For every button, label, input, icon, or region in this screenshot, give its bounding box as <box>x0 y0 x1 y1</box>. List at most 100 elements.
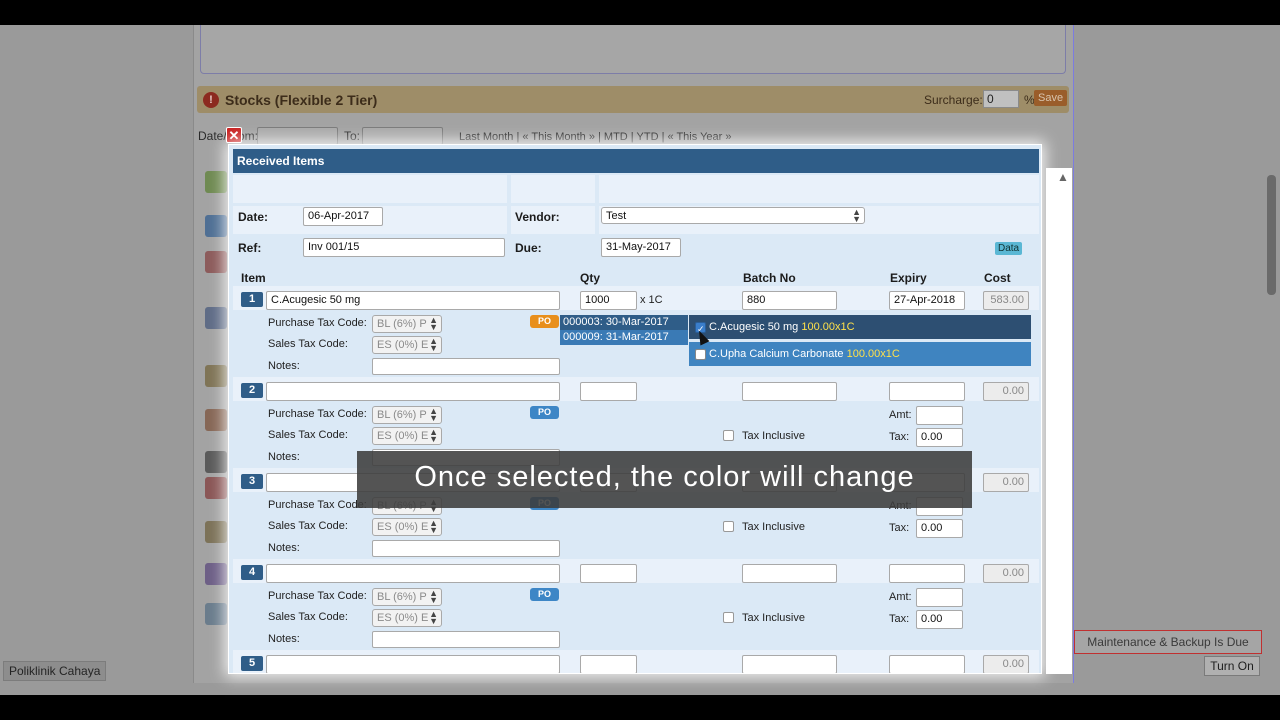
sales-tax-select[interactable]: ES (0%) E ▲ ▼ <box>372 518 442 536</box>
row-number: 2 <box>241 383 263 398</box>
tools-icon[interactable] <box>205 477 227 499</box>
batch-input[interactable] <box>742 382 837 401</box>
purchase-tax-label: Purchase Tax Code: <box>268 499 367 511</box>
select-arrows-icon: ▲▼ <box>429 406 438 423</box>
item-input[interactable] <box>266 655 560 673</box>
purchase-tax-value: BL (6%) P <box>377 591 427 603</box>
tax-input[interactable]: 0.00 <box>916 610 963 629</box>
item-input[interactable] <box>266 382 560 401</box>
modal-scrollbar[interactable] <box>1046 168 1072 674</box>
magnifier-icon[interactable] <box>205 451 227 473</box>
ref-input[interactable]: Inv 001/15 <box>303 238 505 257</box>
turn-on-button[interactable]: Turn On <box>1204 656 1260 676</box>
arrow-icon[interactable] <box>205 215 227 237</box>
sales-tax-label: Sales Tax Code: <box>268 338 348 350</box>
purchase-tax-label: Purchase Tax Code: <box>268 590 367 602</box>
surcharge-input[interactable]: 0 <box>983 90 1019 108</box>
sales-tax-value: ES (0%) E <box>377 521 429 533</box>
amt-input[interactable] <box>916 588 963 607</box>
tax-inclusive-checkbox[interactable] <box>723 430 734 441</box>
purchase-tax-select[interactable]: BL (6%) P▲▼ <box>372 588 442 606</box>
qty-input[interactable] <box>580 655 637 673</box>
cost-input[interactable]: 0.00 <box>983 655 1029 673</box>
cost-input[interactable]: 0.00 <box>983 564 1029 583</box>
po-option[interactable]: 000009: 31-Mar-2017 <box>560 330 688 345</box>
po-item-option[interactable]: C.Upha Calcium Carbonate 100.00x1C <box>689 342 1031 366</box>
date-label: Date: <box>238 210 269 224</box>
data-badge[interactable]: Data <box>995 242 1023 255</box>
select-arrows-icon: ▲▼ <box>429 315 438 332</box>
col-qty: Qty <box>580 271 601 285</box>
due-label: Due: <box>515 241 542 255</box>
notes-input[interactable] <box>372 631 560 648</box>
cost-input[interactable]: 583.00 <box>983 291 1029 310</box>
maintenance-notice[interactable]: Maintenance & Backup Is Due <box>1074 630 1262 654</box>
qty-input[interactable]: 1000 <box>580 291 637 310</box>
row-number: 4 <box>241 565 263 580</box>
cost-input[interactable]: 0.00 <box>983 473 1029 492</box>
checklist-icon[interactable] <box>205 307 227 329</box>
col-expiry: Expiry <box>890 271 927 285</box>
expiry-input[interactable] <box>889 655 965 673</box>
sales-tax-label: Sales Tax Code: <box>268 520 348 532</box>
due-input[interactable]: 31-May-2017 <box>601 238 681 257</box>
pills-icon[interactable] <box>205 563 227 585</box>
sales-tax-select[interactable]: ES (0%) E ▲ ▼ <box>372 609 442 627</box>
notes-input[interactable] <box>372 358 560 375</box>
date-to-input[interactable] <box>362 127 443 145</box>
download-icon[interactable] <box>205 171 227 193</box>
expiry-input[interactable] <box>889 564 965 583</box>
package-icon[interactable] <box>205 409 227 431</box>
item-input[interactable] <box>266 564 560 583</box>
notes-label: Notes: <box>268 633 300 645</box>
notes-label: Notes: <box>268 542 300 554</box>
purchase-tax-select[interactable]: BL (6%) P▲▼ <box>372 315 442 333</box>
select-arrows-icon: ▲▼ <box>429 336 438 353</box>
po-item-name: C.Upha Calcium Carbonate <box>709 348 844 360</box>
date-input[interactable]: 06-Apr-2017 <box>303 207 383 226</box>
close-icon[interactable]: ✕ <box>226 127 242 143</box>
sales-tax-value: ES (0%) E <box>377 430 429 442</box>
page-scrollbar[interactable] <box>1267 175 1276 295</box>
tax-input[interactable]: 0.00 <box>916 428 963 447</box>
tax-inclusive-checkbox[interactable] <box>723 521 734 532</box>
qty-input[interactable] <box>580 564 637 583</box>
po-button[interactable]: PO <box>530 315 559 328</box>
box-icon[interactable] <box>205 365 227 387</box>
amt-input[interactable] <box>916 406 963 425</box>
batch-input[interactable] <box>742 655 837 673</box>
sales-tax-value: ES (0%) E <box>377 339 429 351</box>
expiry-input[interactable]: 27-Apr-2018 <box>889 291 965 310</box>
po-button[interactable]: PO <box>530 588 559 601</box>
vendor-select[interactable]: Test ▲ ▼ <box>601 207 865 224</box>
palette-icon[interactable] <box>205 603 227 625</box>
batch-input[interactable] <box>742 564 837 583</box>
batch-input[interactable]: 880 <box>742 291 837 310</box>
period-links[interactable]: Last Month | « This Month » | MTD | YTD … <box>459 131 732 143</box>
po-option[interactable]: 000003: 30-Mar-2017 <box>560 315 688 330</box>
expiry-input[interactable] <box>889 382 965 401</box>
chart-icon[interactable] <box>205 521 227 543</box>
date-from-input[interactable] <box>257 127 338 145</box>
notes-input[interactable] <box>372 540 560 557</box>
po-item-option[interactable]: C.Acugesic 50 mg 100.00x1C <box>689 315 1031 341</box>
tax-inclusive-checkbox[interactable] <box>723 612 734 623</box>
select-arrows-icon: ▲▼ <box>429 609 438 626</box>
sales-tax-value: ES (0%) E <box>377 612 429 624</box>
tax-input[interactable]: 0.00 <box>916 519 963 538</box>
save-button[interactable]: Save <box>1034 90 1068 106</box>
sales-tax-select[interactable]: ES (0%) E ▲ ▼ <box>372 336 442 354</box>
qty-unit: x 1C <box>640 294 663 306</box>
po-dropdown: 000003: 30-Mar-2017 000009: 31-Mar-2017 <box>560 315 688 345</box>
qty-input[interactable] <box>580 382 637 401</box>
po-item-checkbox[interactable] <box>695 349 706 360</box>
po-button[interactable]: PO <box>530 406 559 419</box>
scroll-up-icon[interactable]: ▲ <box>1056 170 1070 184</box>
purchase-tax-label: Purchase Tax Code: <box>268 408 367 420</box>
item-input[interactable]: C.Acugesic 50 mg <box>266 291 560 310</box>
cost-input[interactable]: 0.00 <box>983 382 1029 401</box>
purchase-tax-value: BL (6%) P <box>377 409 427 421</box>
pushpin-icon[interactable] <box>205 251 227 273</box>
sales-tax-select[interactable]: ES (0%) E ▲ ▼ <box>372 427 442 445</box>
purchase-tax-select[interactable]: BL (6%) P▲▼ <box>372 406 442 424</box>
